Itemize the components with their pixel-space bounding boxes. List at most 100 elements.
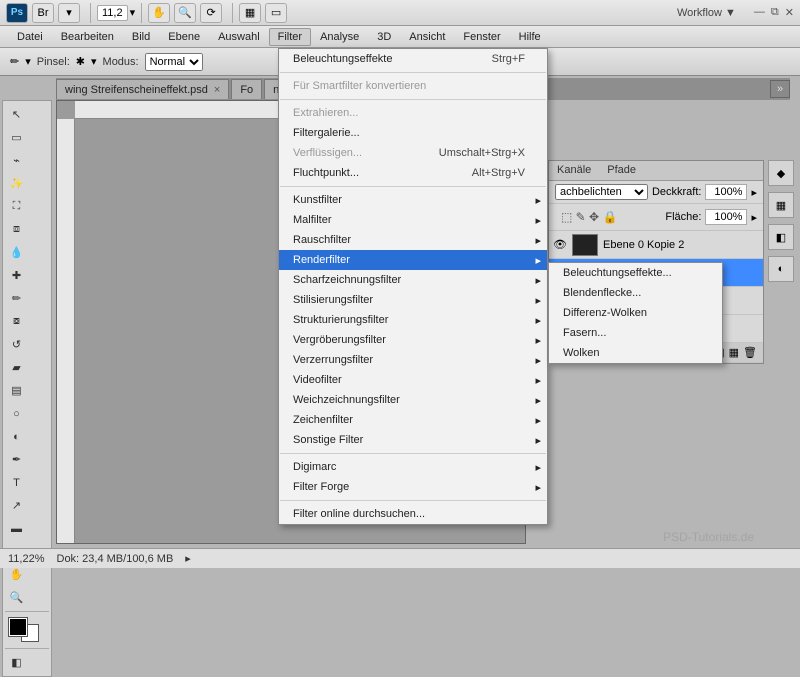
menu-ebene[interactable]: Ebene [159,28,209,46]
menu-item[interactable]: Renderfilter▸ [279,250,547,270]
status-zoom[interactable]: 11,22% [8,553,45,565]
arrange-docs-icon[interactable]: ▦ [239,3,261,23]
status-arrow-icon[interactable]: ▸ [185,552,191,565]
minimize-icon[interactable]: — [754,6,765,19]
menu-item[interactable]: Rauschfilter▸ [279,230,547,250]
move-tool-icon[interactable]: ↖ [6,104,27,125]
history-brush-icon[interactable]: ↺ [6,334,27,355]
healing-tool-icon[interactable]: ✚ [6,265,27,286]
chevron-right-icon[interactable]: ▸ [751,211,757,224]
menu-hilfe[interactable]: Hilfe [510,28,550,46]
zoom-tool-icon[interactable]: 🔍 [6,587,27,608]
swatches-panel-icon[interactable]: ▦ [768,192,794,218]
menu-datei[interactable]: Datei [8,28,52,46]
document-tab[interactable]: wing Streifenscheineffekt.psd× [56,79,229,99]
submenu-item[interactable]: Fasern... [549,323,722,343]
menu-3d[interactable]: 3D [368,28,400,46]
menu-item[interactable]: Filter Forge▸ [279,477,547,497]
menu-item[interactable]: Filter online durchsuchen... [279,504,547,524]
menu-item[interactable]: Scharfzeichnungsfilter▸ [279,270,547,290]
chevron-right-icon[interactable]: ▸ [751,186,757,199]
menu-auswahl[interactable]: Auswahl [209,28,269,46]
menu-item[interactable]: Kunstfilter▸ [279,190,547,210]
menu-item[interactable]: Videofilter▸ [279,370,547,390]
menu-item[interactable]: Filtergalerie... [279,123,547,143]
restore-icon[interactable]: ⧉ [771,6,779,19]
tab-close-icon[interactable]: × [214,84,220,96]
eraser-tool-icon[interactable]: ▰ [6,357,27,378]
submenu-item[interactable]: Wolken [549,343,722,363]
brush-tool-icon[interactable]: ✏ [10,55,19,68]
styles-panel-icon[interactable]: ◧ [768,224,794,250]
hand-tool-icon[interactable]: ✋ [148,3,170,23]
rotate-view-icon[interactable]: ⟳ [200,3,222,23]
layer-blend-select[interactable]: achbelichten [555,184,648,200]
quickmask-icon[interactable]: ◧ [6,652,27,673]
tabstrip-scroll-right[interactable]: » [770,80,790,98]
document-tab[interactable]: Fo [231,79,262,99]
menu-item[interactable]: Digimarc▸ [279,457,547,477]
marquee-tool-icon[interactable]: ▭ [6,127,27,148]
color-panel-icon[interactable]: ◆ [768,160,794,186]
submenu-item[interactable]: Differenz-Wolken [549,303,722,323]
wand-tool-icon[interactable]: ✨ [6,173,27,194]
menu-bearbeiten[interactable]: Bearbeiten [52,28,123,46]
menu-item[interactable]: Verzerrungsfilter▸ [279,350,547,370]
visibility-icon[interactable]: 👁 [553,238,567,251]
menu-item[interactable]: Vergröberungsfilter▸ [279,330,547,350]
crop-tool-icon[interactable]: ⛶ [6,196,27,217]
layer-thumbnail[interactable] [572,234,598,256]
menu-analyse[interactable]: Analyse [311,28,368,46]
eyedropper-tool-icon[interactable]: 💧 [6,242,27,263]
menu-fenster[interactable]: Fenster [454,28,509,46]
gradient-tool-icon[interactable]: ▤ [6,380,27,401]
menu-item[interactable]: Strukturierungsfilter▸ [279,310,547,330]
brush-dropdown-icon[interactable]: ▾ [25,55,31,68]
pen-tool-icon[interactable]: ✒ [6,449,27,470]
delete-layer-icon[interactable]: 🗑 [743,346,757,359]
fill-value[interactable]: 100% [705,209,747,225]
zoom-field[interactable]: 11,2 [97,5,128,21]
brush-preset-icon[interactable]: ✱ [76,55,85,68]
ps-icon[interactable]: Ps [6,3,28,23]
dodge-tool-icon[interactable]: ◐ [6,426,27,447]
menu-item[interactable]: Sonstige Filter▸ [279,430,547,450]
menu-filter[interactable]: Filter [269,28,311,46]
slice-tool-icon[interactable]: ⧈ [6,219,27,240]
type-tool-icon[interactable]: T [6,472,27,493]
menu-item[interactable]: Malfilter▸ [279,210,547,230]
lasso-tool-icon[interactable]: ⌁ [6,150,27,171]
topbar-dropdown-icon[interactable]: ▾ [58,3,80,23]
bridge-icon[interactable]: Br [32,3,54,23]
adjustments-panel-icon[interactable]: ◐ [768,256,794,282]
blur-tool-icon[interactable]: ○ [6,403,27,424]
brush-tool-icon[interactable]: ✏ [6,288,27,309]
close-icon[interactable]: ✕ [785,6,794,19]
menu-item[interactable]: Fluchtpunkt...Alt+Strg+V [279,163,547,183]
menu-bild[interactable]: Bild [123,28,159,46]
new-layer-icon[interactable]: ▦ [729,346,739,359]
workspace-selector[interactable]: Workflow ▼ [669,5,744,21]
screen-mode-icon[interactable]: ▭ [265,3,287,23]
color-swatches[interactable] [9,618,39,642]
panel-tab-paths[interactable]: Pfade [599,161,644,180]
menu-item[interactable]: Stilisierungsfilter▸ [279,290,547,310]
layer-row[interactable]: 👁Ebene 0 Kopie 2 [549,231,763,259]
zoom-dropdown-icon[interactable]: ▾ [130,6,136,19]
opacity-value[interactable]: 100% [705,184,747,200]
shape-tool-icon[interactable]: ▬ [6,518,27,539]
submenu-item[interactable]: Beleuchtungseffekte... [549,263,722,283]
menu-item[interactable]: BeleuchtungseffekteStrg+F [279,49,547,69]
submenu-item[interactable]: Blendenflecke... [549,283,722,303]
path-select-icon[interactable]: ↗ [6,495,27,516]
zoom-tool-icon[interactable]: 🔍 [174,3,196,23]
menu-ansicht[interactable]: Ansicht [400,28,454,46]
fill-label: Fläche: [665,211,701,223]
blend-mode-select[interactable]: Normal [145,53,203,71]
menu-item[interactable]: Weichzeichnungsfilter▸ [279,390,547,410]
lock-icons[interactable]: ⬚ ✎ ✥ 🔒 [555,207,623,227]
stamp-tool-icon[interactable]: ⧇ [6,311,27,332]
menu-item[interactable]: Zeichenfilter▸ [279,410,547,430]
panel-tab-channels[interactable]: Kanäle [549,161,599,180]
brush-preset-dropdown-icon[interactable]: ▾ [91,55,97,68]
